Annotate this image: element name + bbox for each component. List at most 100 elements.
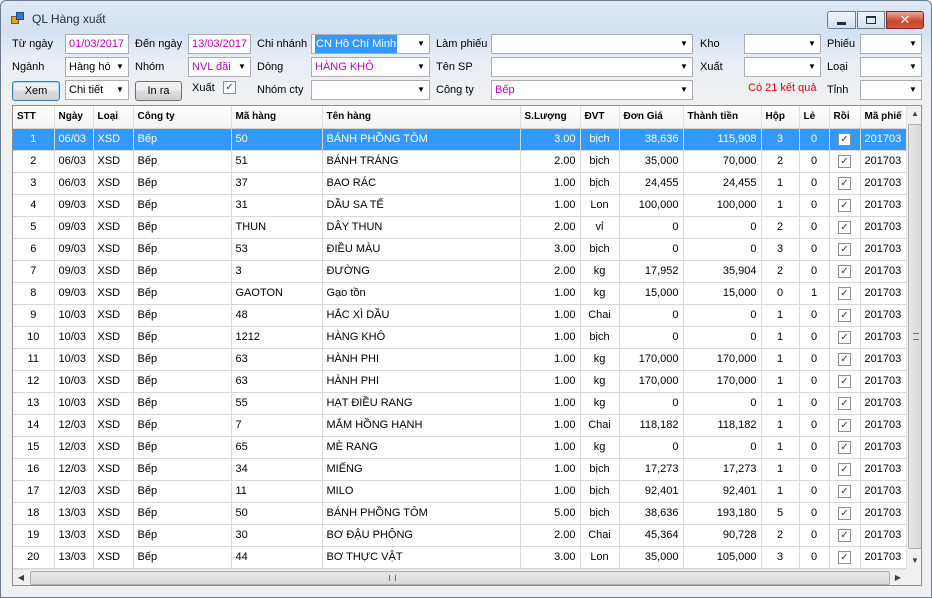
cell-roi[interactable]: ✓ <box>829 392 861 415</box>
data-grid[interactable]: STT Ngày Loại Công ty Mã hàng Tên hàng S.Lượng… <box>12 105 922 586</box>
roi-checkbox[interactable]: ✓ <box>838 286 851 300</box>
table-row[interactable]: 4 09/03 XSD Bếp 31 DẦU SA TẾ 1.00 Lon 100,000 100… <box>13 194 907 217</box>
dong-select[interactable]: HÀNG KHÔ ▼ <box>311 57 430 77</box>
table-row[interactable]: 7 09/03 XSD Bếp 3 ĐƯỜNG 2.00 kg 17,952 35,904 2 0 ✓ 2… <box>13 260 907 283</box>
cell-roi[interactable]: ✓ <box>829 260 861 283</box>
col-header-stt[interactable]: STT <box>13 106 55 129</box>
nganh-select[interactable]: Hàng hó ▼ <box>65 57 129 77</box>
table-row[interactable]: 14 12/03 XSD Bếp 7 MẮM HỒNG HẠNH 1.00 Chai 118,1… <box>13 414 907 437</box>
table-row[interactable]: 5 09/03 XSD Bếp THUN DÂY THUN 2.00 vỉ 0 0 2 0 ✓ 20170… <box>13 216 907 239</box>
table-row[interactable]: 12 10/03 XSD Bếp 63 HÀNH PHI 1.00 kg 170,000 170,… <box>13 370 907 393</box>
roi-checkbox[interactable]: ✓ <box>838 440 851 454</box>
cell-roi[interactable]: ✓ <box>829 326 861 349</box>
roi-checkbox[interactable]: ✓ <box>838 462 851 476</box>
roi-checkbox[interactable]: ✓ <box>838 418 851 432</box>
in-ra-button[interactable]: In ra <box>135 81 182 101</box>
scroll-up-icon[interactable]: ▲ <box>907 106 921 122</box>
col-header-ma-hang[interactable]: Mã hàng <box>231 106 323 129</box>
cell-roi[interactable]: ✓ <box>829 502 861 525</box>
col-header-roi[interactable]: Rồi <box>829 106 861 129</box>
cell-roi[interactable]: ✓ <box>829 458 861 481</box>
table-row[interactable]: 17 12/03 XSD Bếp 11 MILO 1.00 bịch 92,401 92,401 1… <box>13 480 907 503</box>
table-row[interactable]: 19 13/03 XSD Bếp 30 BƠ ĐẬU PHỘNG 2.00 Chai 45,36… <box>13 524 907 547</box>
cell-roi[interactable]: ✓ <box>829 238 861 261</box>
cell-roi[interactable]: ✓ <box>829 128 861 151</box>
scroll-right-icon[interactable]: ▶ <box>890 570 906 585</box>
table-row[interactable]: 20 13/03 XSD Bếp 44 BƠ THỰC VẬT 3.00 Lon 35,000 1… <box>13 546 907 569</box>
ten-sp-select[interactable]: ▼ <box>491 57 693 77</box>
table-row[interactable]: 8 09/03 XSD Bếp GAOTON Gạo tồn 1.00 kg 15,000 15,… <box>13 282 907 305</box>
cell-roi[interactable]: ✓ <box>829 436 861 459</box>
cell-roi[interactable]: ✓ <box>829 304 861 327</box>
phieu-select[interactable]: ▼ <box>860 34 922 54</box>
xuat-select[interactable]: ▼ <box>744 57 821 77</box>
col-header-ngay[interactable]: Ngày <box>54 106 94 129</box>
col-header-dvt[interactable]: ĐVT <box>580 106 620 129</box>
cell-roi[interactable]: ✓ <box>829 480 861 503</box>
table-row[interactable]: 16 12/03 XSD Bếp 34 MIẾNG 1.00 bịch 17,273 17,273… <box>13 458 907 481</box>
col-header-ma-phieu[interactable]: Mã phiế <box>860 106 907 129</box>
xuat-checkbox[interactable]: ✓ <box>223 81 236 94</box>
table-row[interactable]: 9 10/03 XSD Bếp 48 HẮC XÌ DẦU 1.00 Chai 0 0 1 0 ✓ 201… <box>13 304 907 327</box>
col-header-so-luong[interactable]: S.Lượng <box>520 106 581 129</box>
col-header-ten-hang[interactable]: Tên hàng <box>322 106 521 129</box>
table-row[interactable]: 11 10/03 XSD Bếp 63 HÀNH PHI 1.00 kg 170,000 170,… <box>13 348 907 371</box>
cell-roi[interactable]: ✓ <box>829 546 861 569</box>
table-row[interactable]: 13 10/03 XSD Bếp 55 HẠT ĐIỀU RANG 1.00 kg 0 0 1 0 ✓ 2… <box>13 392 907 415</box>
kho-select[interactable]: ▼ <box>744 34 821 54</box>
nhom-select[interactable]: NVL đầi ▼ <box>188 57 251 77</box>
roi-checkbox[interactable]: ✓ <box>838 506 851 520</box>
col-header-hop[interactable]: Hộp <box>761 106 800 129</box>
scroll-down-icon[interactable]: ▼ <box>907 553 921 569</box>
roi-checkbox[interactable]: ✓ <box>838 330 851 344</box>
table-row[interactable]: 15 12/03 XSD Bếp 65 MÈ RANG 1.00 kg 0 0 1 0 ✓ 201703 <box>13 436 907 459</box>
cell-roi[interactable]: ✓ <box>829 150 861 173</box>
roi-checkbox[interactable]: ✓ <box>838 132 851 146</box>
roi-checkbox[interactable]: ✓ <box>838 242 851 256</box>
table-row[interactable]: 2 06/03 XSD Bếp 51 BÁNH TRÁNG 2.00 bịch 35,000 70… <box>13 150 907 173</box>
col-header-don-gia[interactable]: Đơn Giá <box>619 106 684 129</box>
roi-checkbox[interactable]: ✓ <box>838 528 851 542</box>
scroll-left-icon[interactable]: ◀ <box>13 570 29 585</box>
table-row[interactable]: 1 06/03 XSD Bếp 50 BÁNH PHỒNG TÔM 3.00 bịch 38,6… <box>13 128 907 151</box>
cell-roi[interactable]: ✓ <box>829 172 861 195</box>
col-header-le[interactable]: Lẻ <box>799 106 830 129</box>
lam-phieu-select[interactable]: ▼ <box>491 34 693 54</box>
cell-roi[interactable]: ✓ <box>829 216 861 239</box>
roi-checkbox[interactable]: ✓ <box>838 374 851 388</box>
chi-nhanh-select[interactable]: CN Hồ Chí Minh ▼ <box>311 34 430 54</box>
xem-button[interactable]: Xem <box>12 81 60 101</box>
table-row[interactable]: 6 09/03 XSD Bếp 53 ĐIỀU MÀU 3.00 bịch 0 0 3 0 ✓ 20170… <box>13 238 907 261</box>
horizontal-scrollbar[interactable]: ◀ ▶ <box>13 569 906 585</box>
vertical-scroll-thumb[interactable] <box>908 124 921 549</box>
close-button[interactable]: ✕ <box>886 11 924 29</box>
horizontal-scroll-thumb[interactable] <box>30 571 890 585</box>
maximize-button[interactable] <box>857 11 885 29</box>
roi-checkbox[interactable]: ✓ <box>838 198 851 212</box>
col-header-loai[interactable]: Loại <box>93 106 134 129</box>
roi-checkbox[interactable]: ✓ <box>838 154 851 168</box>
cell-roi[interactable]: ✓ <box>829 194 861 217</box>
tinh-select[interactable]: ▼ <box>860 80 922 100</box>
table-row[interactable]: 18 13/03 XSD Bếp 50 BÁNH PHỒNG TÔM 5.00 bịch 38,… <box>13 502 907 525</box>
roi-checkbox[interactable]: ✓ <box>838 484 851 498</box>
cell-roi[interactable]: ✓ <box>829 348 861 371</box>
col-header-cong-ty[interactable]: Công ty <box>133 106 232 129</box>
nhom-cty-select[interactable]: ▼ <box>311 80 430 100</box>
roi-checkbox[interactable]: ✓ <box>838 176 851 190</box>
loai-select[interactable]: ▼ <box>860 57 922 77</box>
roi-checkbox[interactable]: ✓ <box>838 550 851 564</box>
chi-tiet-select[interactable]: Chi tiết ▼ <box>65 80 129 100</box>
cell-roi[interactable]: ✓ <box>829 370 861 393</box>
roi-checkbox[interactable]: ✓ <box>838 220 851 234</box>
roi-checkbox[interactable]: ✓ <box>838 308 851 322</box>
den-ngay-field[interactable]: 13/03/2017 <box>188 34 251 54</box>
roi-checkbox[interactable]: ✓ <box>838 352 851 366</box>
vertical-scrollbar[interactable]: ▲ ▼ <box>906 106 921 569</box>
roi-checkbox[interactable]: ✓ <box>838 396 851 410</box>
roi-checkbox[interactable]: ✓ <box>838 264 851 278</box>
cell-roi[interactable]: ✓ <box>829 282 861 305</box>
table-row[interactable]: 3 06/03 XSD Bếp 37 BAO RÁC 1.00 bịch 24,455 24,45… <box>13 172 907 195</box>
table-row[interactable]: 10 10/03 XSD Bếp 1212 HÀNG KHÔ 1.00 bịch 0 0 1 0 ✓ 20… <box>13 326 907 349</box>
cong-ty-select[interactable]: Bếp ▼ <box>491 80 693 100</box>
